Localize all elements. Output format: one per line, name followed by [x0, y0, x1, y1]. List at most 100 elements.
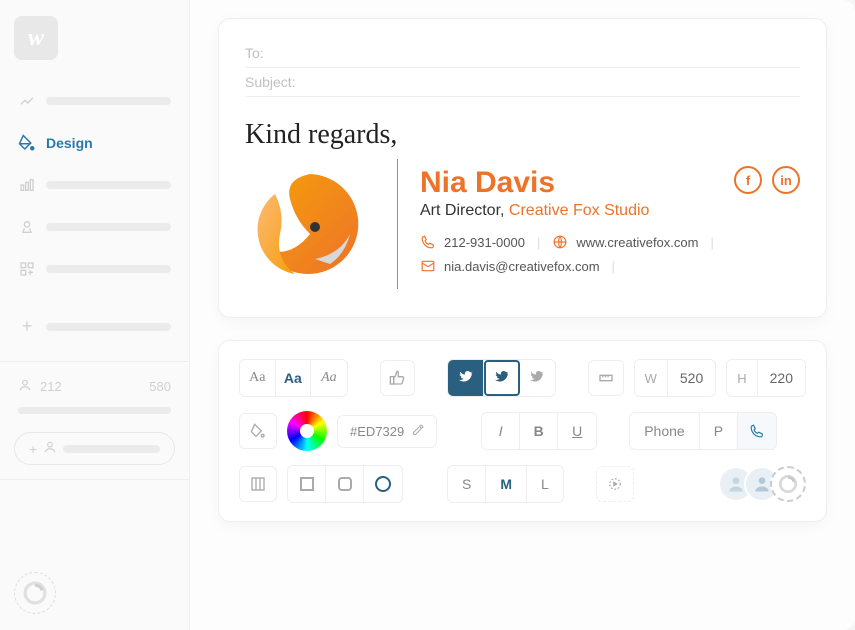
chart-icon [18, 176, 36, 194]
text-format-group: I B U [481, 412, 597, 450]
twitter-filled-btn[interactable] [448, 360, 484, 396]
stat-progress [18, 407, 171, 414]
user-icon [18, 378, 32, 395]
nav-placeholder [46, 223, 171, 231]
phone-text-btn[interactable]: Phone [630, 413, 699, 449]
size-group: S M L [447, 465, 564, 503]
globe-icon [552, 234, 568, 250]
to-label: To: [245, 45, 317, 61]
shape-circle-btn[interactable] [364, 466, 402, 502]
width-value: 520 [667, 360, 715, 396]
app-container: w Design [0, 0, 855, 630]
phone-short-btn[interactable]: P [700, 413, 738, 449]
height-label: H [727, 371, 756, 386]
phone-style-group: Phone P [629, 412, 777, 450]
design-toolbar: Aa Aa Aa [218, 340, 827, 522]
nav-placeholder [46, 265, 171, 273]
font-sans-btn[interactable]: Aa [276, 360, 312, 396]
main-content: To: Subject: Kind regards, [190, 0, 855, 630]
email-preview-card: To: Subject: Kind regards, [218, 18, 827, 318]
paint-bucket-icon [18, 134, 36, 152]
facebook-icon[interactable]: f [734, 166, 762, 194]
eyedropper-icon [412, 424, 424, 439]
width-label: W [635, 371, 667, 386]
nav-label-design: Design [46, 135, 93, 151]
signature-email: nia.davis@creativefox.com [444, 259, 600, 274]
divider [0, 479, 189, 480]
shape-group [287, 465, 403, 503]
ruler-btn[interactable] [588, 360, 624, 396]
twitter-outline-btn[interactable] [484, 360, 520, 396]
logo-glyph: w [28, 25, 44, 52]
signature-logo [245, 159, 375, 289]
signature-website: www.creativefox.com [576, 235, 698, 250]
stat-right: 580 [149, 379, 171, 394]
nav-placeholder [46, 97, 171, 105]
height-input[interactable]: H 220 [726, 359, 806, 397]
signature-role: Art Director, [420, 202, 504, 219]
stat-left: 212 [40, 379, 62, 394]
avatar-previews [718, 466, 806, 502]
grid-toggle-btn[interactable] [239, 466, 277, 502]
color-hex-value: #ED7329 [350, 424, 404, 439]
signature-name: Nia Davis [420, 166, 734, 200]
social-style-group [447, 359, 556, 397]
app-icon [18, 218, 36, 236]
signature-company: Creative Fox Studio [509, 202, 650, 219]
width-input[interactable]: W 520 [634, 359, 717, 397]
size-m-btn[interactable]: M [486, 466, 527, 502]
signature-block: Kind regards, [245, 119, 800, 289]
plus-icon: + [18, 316, 36, 337]
font-style-group: Aa Aa Aa [239, 359, 348, 397]
linkedin-icon[interactable]: in [772, 166, 800, 194]
nav-item-4[interactable] [14, 210, 175, 244]
color-wheel[interactable] [287, 411, 327, 451]
size-l-btn[interactable]: L [527, 466, 563, 502]
to-field[interactable]: To: [245, 39, 800, 68]
sidebar-avatar[interactable] [14, 572, 56, 614]
color-hex-input[interactable]: #ED7329 [337, 415, 437, 448]
email-icon [420, 258, 436, 274]
shape-square-btn[interactable] [288, 466, 326, 502]
fill-btn[interactable] [239, 413, 277, 449]
font-script-btn[interactable]: Aa [311, 360, 347, 396]
signature-socials: f in [734, 166, 800, 194]
signature-title: Art Director, Creative Fox Studio [420, 202, 734, 220]
shape-rounded-btn[interactable] [326, 466, 364, 502]
fox-mini-icon [22, 580, 48, 606]
phone-icon [420, 234, 436, 250]
signature-greeting: Kind regards, [245, 119, 800, 151]
bold-btn[interactable]: B [520, 413, 558, 449]
plus-icon: + [29, 441, 37, 457]
phone-icon-btn[interactable] [738, 413, 776, 449]
user-icon [43, 440, 57, 457]
pen-icon [18, 92, 36, 110]
signature-phone: 212-931-0000 [444, 235, 525, 250]
stats-row: 212 580 [14, 370, 175, 403]
grid-icon [18, 260, 36, 278]
nav-item-design[interactable]: Design [14, 126, 175, 160]
nav-add[interactable]: + [14, 308, 175, 345]
nav-placeholder [46, 323, 171, 331]
underline-btn[interactable]: U [558, 413, 596, 449]
thumbs-up-btn[interactable] [380, 360, 416, 396]
nav-placeholder [46, 181, 171, 189]
subject-label: Subject: [245, 74, 317, 90]
divider [0, 361, 189, 362]
signature-divider [397, 159, 398, 289]
size-s-btn[interactable]: S [448, 466, 486, 502]
twitter-gray-btn[interactable] [520, 360, 555, 396]
height-value: 220 [757, 360, 805, 396]
italic-btn[interactable]: I [482, 413, 520, 449]
nav-item-3[interactable] [14, 168, 175, 202]
subject-field[interactable]: Subject: [245, 68, 800, 97]
font-serif-btn[interactable]: Aa [240, 360, 276, 396]
app-logo[interactable]: w [14, 16, 58, 60]
nav-item-1[interactable] [14, 84, 175, 118]
nav-item-5[interactable] [14, 252, 175, 286]
avatar-preview-3[interactable] [770, 466, 806, 502]
animation-btn[interactable] [596, 466, 634, 502]
sidebar: w Design [0, 0, 190, 630]
add-user-pill[interactable]: + [14, 432, 175, 465]
pill-placeholder [63, 445, 160, 453]
